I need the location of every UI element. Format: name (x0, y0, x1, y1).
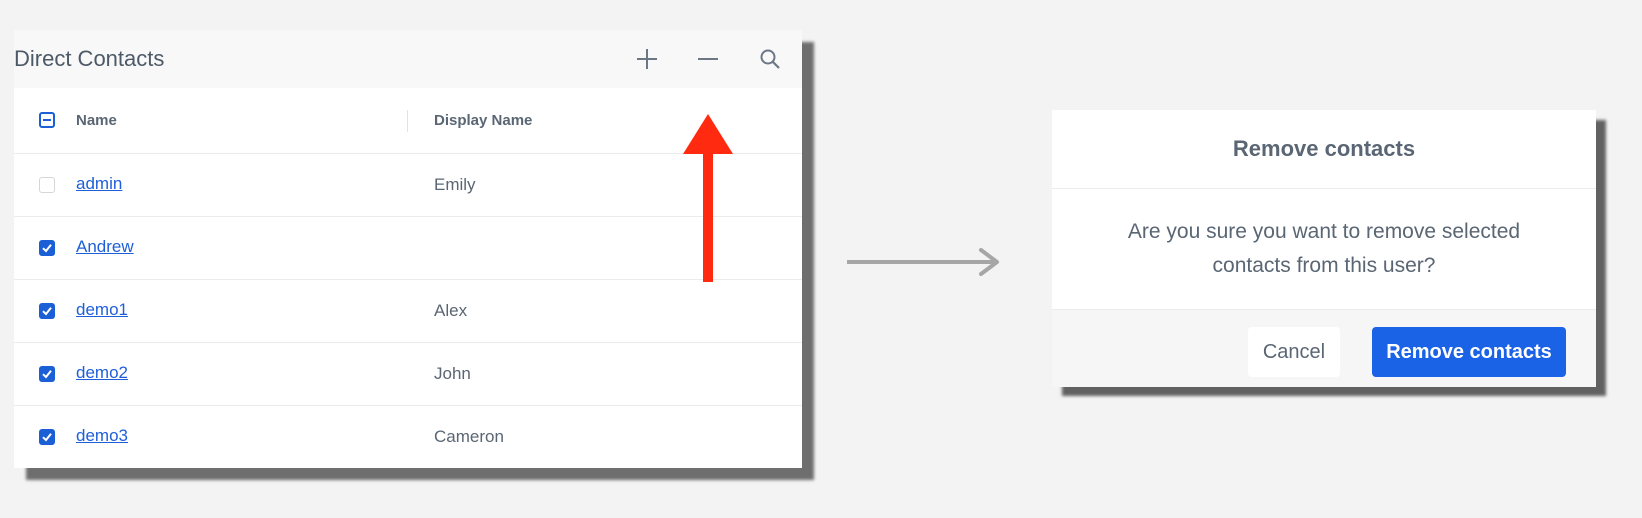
direct-contacts-panel: Direct Contacts Name Display Name admin … (14, 30, 802, 468)
search-icon[interactable] (755, 44, 785, 74)
table-row: demo2 John (14, 343, 802, 406)
checkmark-icon (42, 244, 52, 253)
minus-icon[interactable] (693, 44, 723, 74)
display-name-cell: Cameron (434, 427, 504, 446)
row-checkbox[interactable] (39, 240, 55, 256)
row-checkbox[interactable] (39, 366, 55, 382)
contact-name-link[interactable]: demo1 (76, 300, 128, 320)
panel-title: Direct Contacts (14, 46, 165, 71)
display-name-cell: John (434, 364, 471, 383)
contact-name-link[interactable]: demo2 (76, 363, 128, 383)
checkmark-icon (42, 433, 52, 442)
checkmark-icon (42, 370, 52, 379)
row-checkbox[interactable] (39, 303, 55, 319)
display-name-cell: Alex (434, 301, 468, 320)
dialog-header: Remove contacts (1052, 110, 1596, 189)
red-arrow-annotation-icon (683, 114, 733, 282)
dialog-body: Are you sure you want to remove selected… (1052, 189, 1596, 309)
column-header-display-name[interactable]: Display Name (434, 112, 532, 129)
dialog-message: Are you sure you want to remove selected… (1127, 220, 1521, 277)
remove-contacts-button[interactable]: Remove contacts (1372, 327, 1566, 377)
remove-contacts-dialog: Remove contacts Are you sure you want to… (1052, 110, 1596, 387)
table-row: demo1 Alex (14, 280, 802, 343)
row-checkbox[interactable] (39, 177, 55, 193)
column-header-name[interactable]: Name (76, 112, 117, 129)
checkmark-icon (42, 307, 52, 316)
transition-arrow-icon (847, 248, 999, 276)
plus-icon[interactable] (632, 44, 662, 74)
column-divider[interactable] (407, 110, 408, 132)
select-all-checkbox[interactable] (39, 112, 55, 128)
cancel-button[interactable]: Cancel (1248, 327, 1340, 377)
display-name-cell: Emily (434, 175, 476, 194)
table-row: demo3 Cameron (14, 406, 802, 468)
contact-name-link[interactable]: Andrew (76, 237, 134, 257)
contact-name-link[interactable]: demo3 (76, 426, 128, 446)
row-checkbox[interactable] (39, 429, 55, 445)
contact-name-link[interactable]: admin (76, 174, 122, 194)
panel-header: Direct Contacts (14, 30, 802, 88)
dialog-title: Remove contacts (1232, 136, 1416, 161)
dialog-footer: Cancel Remove contacts (1052, 309, 1596, 387)
